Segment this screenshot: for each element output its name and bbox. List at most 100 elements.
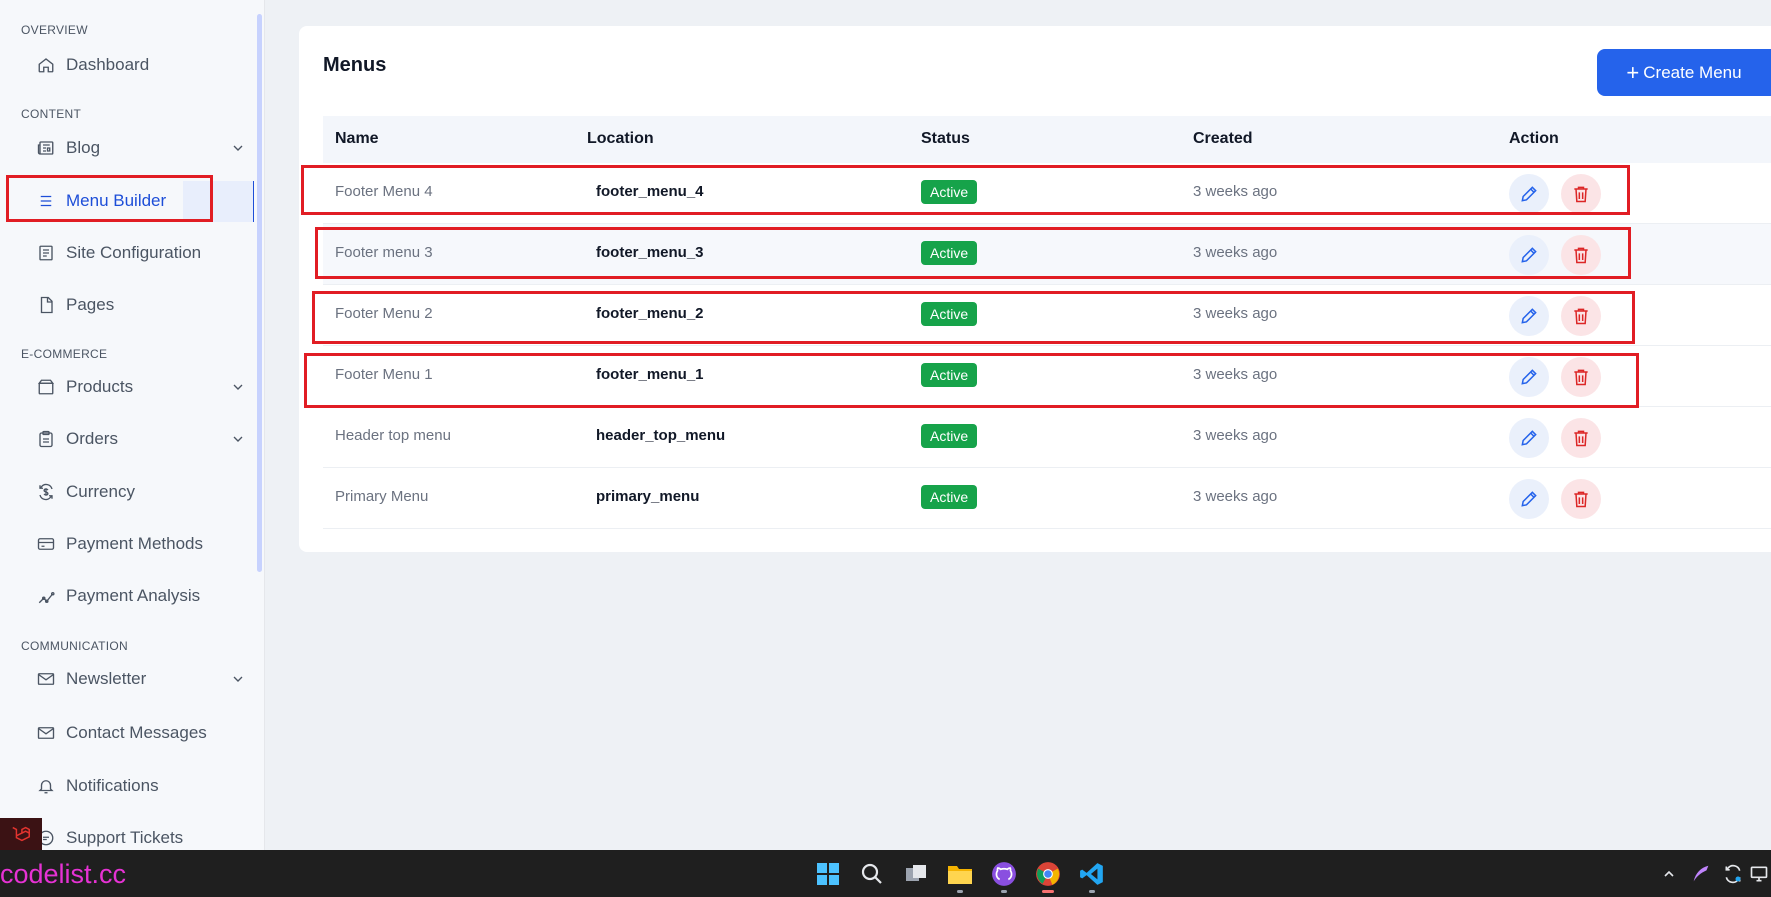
sidebar-item-products[interactable]: Products: [36, 372, 246, 402]
sidebar-item-newsletter[interactable]: Newsletter: [36, 664, 246, 694]
laravel-debugbar-toggle[interactable]: [0, 818, 42, 850]
sidebar-item-pages[interactable]: Pages: [36, 290, 246, 320]
sidebar-item-label: Site Configuration: [66, 243, 202, 262]
chevron-up-icon[interactable]: [1655, 860, 1683, 888]
plus-icon: +: [1626, 59, 1640, 85]
section-label-content: CONTENT: [21, 107, 82, 121]
table-row: Footer Menu 1 footer_menu_1 Active 3 weeks …: [323, 346, 1771, 407]
trash-icon: [1574, 308, 1588, 325]
menu-name: Primary Menu: [335, 488, 429, 505]
delete-button[interactable]: [1561, 235, 1601, 275]
status-badge: Active: [921, 363, 978, 387]
trash-icon: [1574, 369, 1588, 386]
sidebar-item-notifications[interactable]: Notifications: [36, 771, 246, 801]
file-icon: [36, 295, 56, 315]
edit-button[interactable]: [1509, 357, 1549, 397]
active-indicator: [1042, 890, 1054, 893]
envelope-icon: [36, 723, 56, 743]
chrome-icon[interactable]: [1034, 860, 1062, 888]
search-icon[interactable]: [858, 860, 886, 888]
vscode-icon[interactable]: [1078, 860, 1106, 888]
section-label-overview: OVERVIEW: [21, 23, 88, 37]
sidebar-item-label: Pages: [66, 295, 115, 314]
display-icon[interactable]: [1745, 860, 1771, 888]
edit-button[interactable]: [1509, 418, 1549, 458]
sidebar-item-support-tickets[interactable]: Support Tickets: [36, 823, 246, 850]
pencil-icon: [1521, 247, 1537, 263]
chevron-down-icon: [233, 436, 243, 442]
trash-icon: [1574, 491, 1588, 508]
chart-line-icon: [36, 586, 56, 606]
currency-exchange-icon: [36, 482, 56, 502]
delete-button[interactable]: [1561, 418, 1601, 458]
windows-start-icon[interactable]: [814, 860, 842, 888]
sidebar-scrollbar[interactable]: [254, 0, 264, 850]
menu-name: Footer menu 3: [335, 244, 433, 261]
running-indicator: [957, 890, 963, 893]
pencil-icon: [1521, 186, 1537, 202]
home-icon: [36, 55, 56, 75]
menu-location: footer_menu_3: [596, 244, 704, 261]
taskbar: codelist.cc: [0, 850, 1771, 897]
feather-icon[interactable]: [1687, 860, 1715, 888]
delete-button[interactable]: [1561, 174, 1601, 214]
list-document-icon: [36, 243, 56, 263]
menu-location: header_top_menu: [596, 427, 726, 444]
edit-button[interactable]: [1509, 296, 1549, 336]
table-row: Footer Menu 4 footer_menu_4 Active 3 weeks …: [323, 163, 1771, 224]
sidebar-item-payment-analysis[interactable]: Payment Analysis: [36, 581, 246, 611]
task-view-icon[interactable]: [902, 860, 930, 888]
created-time: 3 weeks ago: [1193, 366, 1278, 383]
sidebar-item-contact-messages[interactable]: Contact Messages: [36, 718, 246, 748]
edit-button[interactable]: [1509, 174, 1549, 214]
sync-icon[interactable]: [1719, 860, 1747, 888]
pencil-icon: [1521, 491, 1537, 507]
pencil-icon: [1521, 308, 1537, 324]
created-time: 3 weeks ago: [1193, 183, 1278, 200]
menu-lines-icon: [36, 191, 56, 211]
status-badge: Active: [921, 180, 978, 204]
sidebar-item-orders[interactable]: Orders: [36, 424, 246, 454]
trash-icon: [1574, 186, 1588, 203]
delete-button[interactable]: [1561, 479, 1601, 519]
sidebar-item-menu-builder[interactable]: Menu Builder: [36, 186, 246, 216]
delete-button[interactable]: [1561, 357, 1601, 397]
sidebar-item-label: Orders: [66, 429, 118, 448]
laravel-icon: [12, 826, 30, 842]
trash-icon: [1574, 247, 1588, 264]
table-header: Name Location Status Created Action: [323, 116, 1771, 163]
create-menu-button[interactable]: + Create Menu: [1597, 49, 1771, 96]
sidebar-item-label: Newsletter: [66, 669, 147, 688]
section-label-ecommerce: E-COMMERCE: [21, 347, 108, 361]
sidebar-item-label: Contact Messages: [66, 723, 207, 742]
sidebar: OVERVIEW Dashboard CONTENT Blog Menu Bui…: [0, 0, 265, 850]
created-time: 3 weeks ago: [1193, 305, 1278, 322]
edit-button[interactable]: [1509, 479, 1549, 519]
edit-button[interactable]: [1509, 235, 1549, 275]
running-indicator: [1001, 890, 1007, 893]
sidebar-item-currency[interactable]: Currency: [36, 477, 246, 507]
menu-location: footer_menu_1: [596, 366, 704, 383]
pencil-icon: [1521, 369, 1537, 385]
table-row: Footer menu 3 footer_menu_3 Active 3 weeks …: [323, 224, 1771, 285]
sidebar-item-dashboard[interactable]: Dashboard: [36, 50, 246, 80]
sidebar-item-label: Products: [66, 377, 134, 396]
menu-location: primary_menu: [596, 488, 700, 505]
bell-icon: [36, 776, 56, 796]
trash-icon: [1574, 430, 1588, 447]
delete-button[interactable]: [1561, 296, 1601, 336]
running-indicator: [1089, 890, 1095, 893]
menu-location: footer_menu_2: [596, 305, 704, 322]
sidebar-item-site-configuration[interactable]: Site Configuration: [36, 238, 246, 268]
file-explorer-icon[interactable]: [946, 860, 974, 888]
sidebar-item-payment-methods[interactable]: Payment Methods: [36, 529, 246, 559]
sidebar-item-blog[interactable]: Blog: [36, 133, 246, 163]
github-desktop-icon[interactable]: [990, 860, 1018, 888]
menu-name: Footer Menu 1: [335, 366, 433, 383]
column-header-created: Created: [1193, 130, 1253, 147]
column-header-location: Location: [587, 130, 654, 147]
menus-card: Menus + Create Menu Name Location Status…: [299, 26, 1771, 552]
sidebar-scrollbar-thumb[interactable]: [257, 14, 262, 572]
sidebar-item-label: Menu Builder: [66, 191, 167, 210]
menu-name: Header top menu: [335, 427, 451, 444]
